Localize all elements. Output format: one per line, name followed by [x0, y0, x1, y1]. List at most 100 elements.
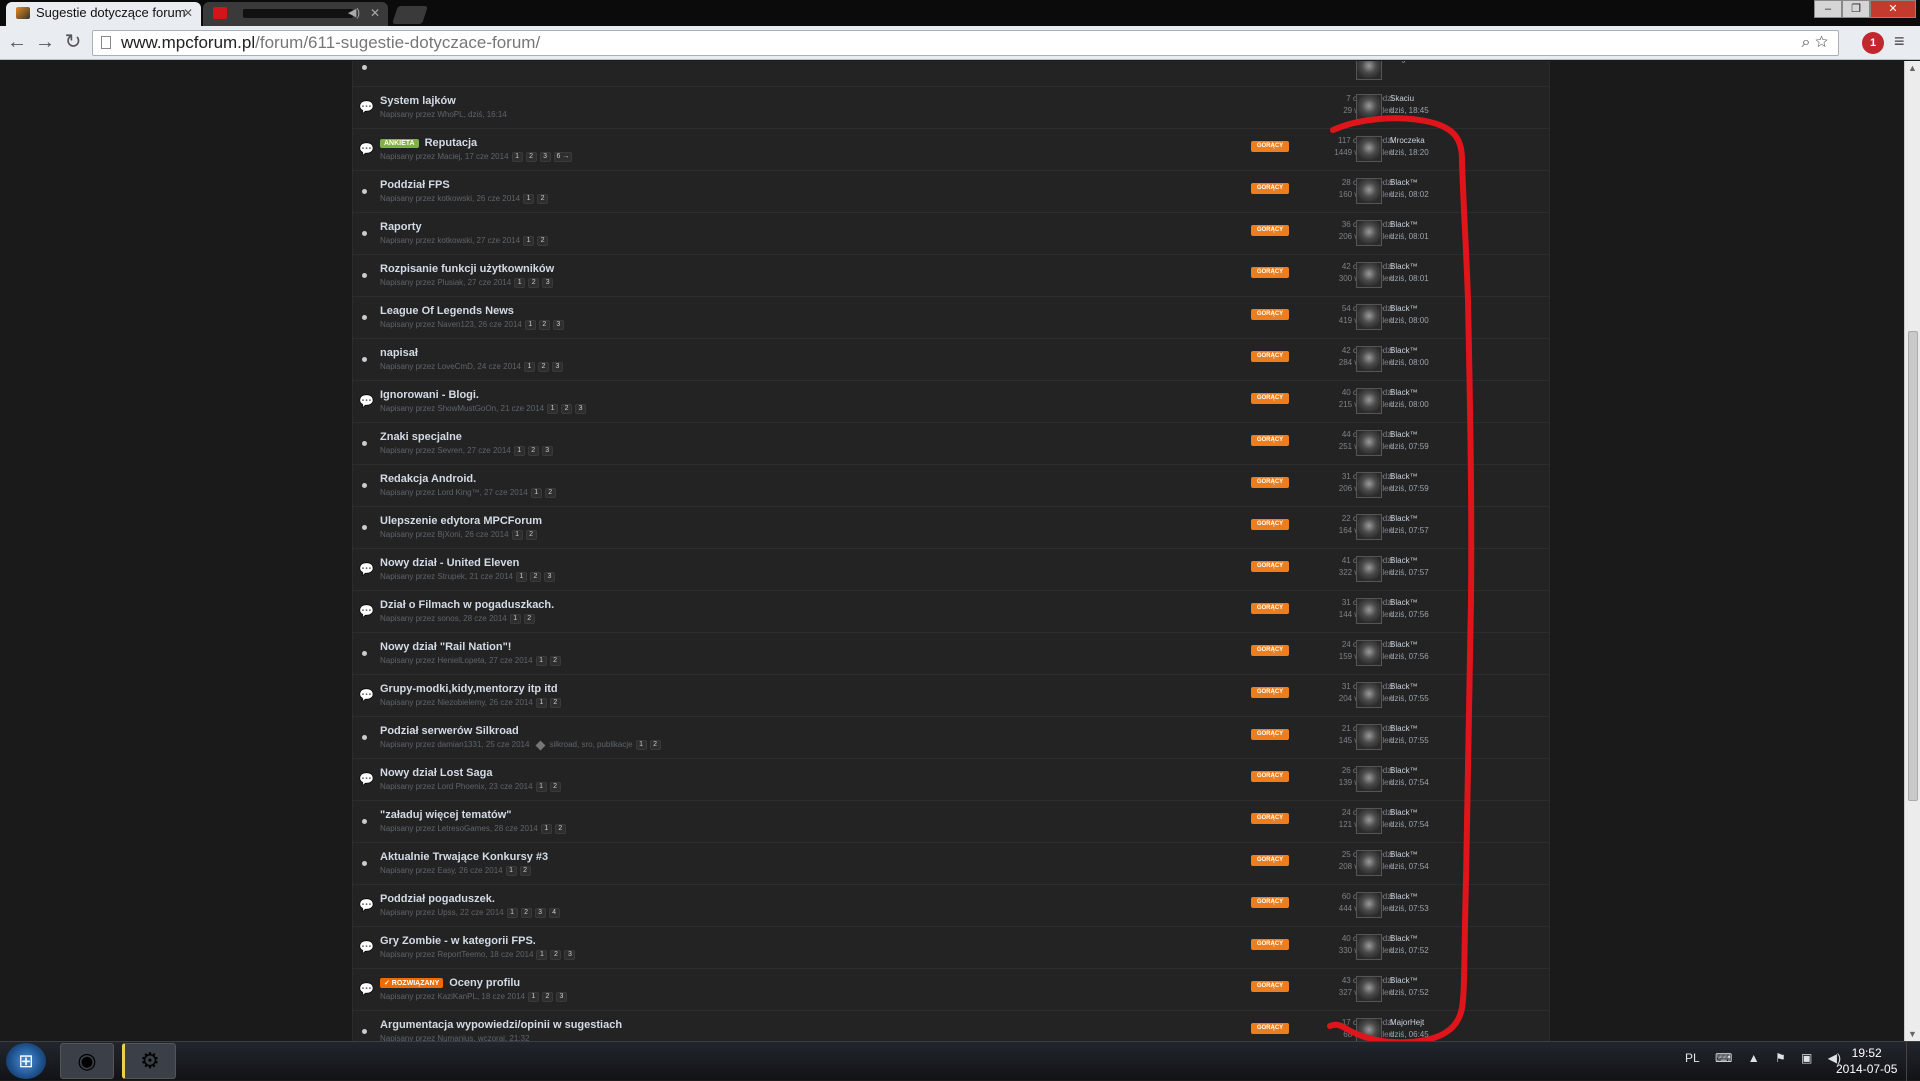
last-poster-name[interactable]: Black™ [1390, 387, 1429, 399]
topic-title-link[interactable]: Ulepszenie edytora MPCForum [380, 515, 542, 527]
new-tab-button[interactable] [392, 6, 428, 24]
page-link[interactable]: 1 [536, 950, 548, 960]
last-post-date[interactable]: 18 gru 2009 [1390, 61, 1433, 65]
page-link[interactable]: 2 [519, 866, 531, 876]
language-indicator[interactable]: PL [1685, 1051, 1700, 1065]
page-link[interactable]: 2 [649, 740, 661, 750]
last-poster-name[interactable]: Black™ [1390, 639, 1429, 651]
topic-title-link[interactable]: Aktualnie Trwające Konkursy #3 [380, 851, 548, 863]
avatar[interactable] [1356, 850, 1382, 876]
tab-close-icon[interactable]: ✕ [183, 2, 193, 24]
address-bar[interactable]: www.mpcforum.pl/forum/611-sugestie-dotyc… [92, 30, 1839, 56]
last-post-date[interactable]: dziś, 07:57 [1390, 525, 1429, 537]
tab-close-icon[interactable]: ✕ [370, 2, 380, 24]
page-link[interactable]: 2 [544, 488, 556, 498]
last-poster-name[interactable]: Black™ [1390, 933, 1429, 945]
topic-row[interactable]: League Of Legends News Napisany przez Nav… [353, 297, 1549, 339]
last-poster-name[interactable]: Black™ [1390, 303, 1429, 315]
start-button[interactable]: ⊞ [6, 1043, 46, 1079]
last-post-date[interactable]: dziś, 07:55 [1390, 735, 1429, 747]
avatar[interactable] [1356, 556, 1382, 582]
page-link[interactable]: 2 [537, 362, 549, 372]
page-link[interactable]: 3 [552, 320, 564, 330]
last-post-date[interactable]: dziś, 07:54 [1390, 819, 1429, 831]
topic-title-link[interactable]: Poddział FPS [380, 179, 450, 191]
page-link[interactable]: 3 [543, 572, 555, 582]
last-poster-name[interactable]: MajorHejt [1390, 1017, 1429, 1029]
last-post-date[interactable]: dziś, 07:53 [1390, 903, 1429, 915]
page-link[interactable]: 3 [564, 950, 576, 960]
page-link[interactable]: 1 [511, 152, 523, 162]
last-post-date[interactable]: dziś, 07:56 [1390, 609, 1429, 621]
page-link[interactable]: 2 [550, 950, 562, 960]
topic-tags[interactable]: silkroad, sro, publikacje [549, 740, 632, 749]
page-link[interactable]: 1 [511, 530, 523, 540]
page-link[interactable]: 4 [548, 908, 560, 918]
last-post-date[interactable]: dziś, 08:02 [1390, 189, 1429, 201]
topic-row[interactable]: 💬 Gry Zombie - w kategorii FPS. Napisany p… [353, 927, 1549, 969]
page-link[interactable]: 1 [523, 236, 535, 246]
page-link[interactable]: 1 [540, 824, 552, 834]
page-link[interactable]: 3 [541, 446, 553, 456]
avatar[interactable] [1356, 934, 1382, 960]
last-poster-name[interactable]: Black™ [1390, 555, 1429, 567]
topic-title-link[interactable]: Nowy dział Lost Saga [380, 767, 492, 779]
last-post-date[interactable]: dziś, 08:01 [1390, 273, 1429, 285]
minimize-button[interactable]: – [1814, 0, 1842, 18]
last-post-date[interactable]: dziś, 07:59 [1390, 441, 1429, 453]
last-poster-name[interactable]: Black™ [1390, 891, 1429, 903]
topic-row[interactable]: Znaki specjalne Napisany przez Sevren, 27… [353, 423, 1549, 465]
extension-icon[interactable]: 1 [1862, 32, 1884, 54]
chrome-menu-icon[interactable]: ≡ [1894, 31, 1905, 52]
page-link[interactable]: 2 [537, 236, 549, 246]
topic-title-link[interactable]: Nowy dział - United Eleven [380, 557, 519, 569]
avatar[interactable] [1356, 304, 1382, 330]
topic-row[interactable]: napisał Napisany przez LoveCmD, 24 cze 20… [353, 339, 1549, 381]
topic-title-link[interactable]: Poddział pogaduszek. [380, 893, 495, 905]
last-post-date[interactable]: dziś, 08:00 [1390, 357, 1429, 369]
topic-row[interactable]: Raporty Napisany przez kotkowski, 27 cze … [353, 213, 1549, 255]
topic-title-link[interactable]: Podział serwerów Silkroad [380, 725, 519, 737]
page-link[interactable]: 1 [523, 194, 535, 204]
show-desktop-button[interactable] [1906, 1042, 1920, 1081]
avatar[interactable] [1356, 262, 1382, 288]
topic-title-link[interactable]: Ignorowani - Blogi. [380, 389, 479, 401]
page-link[interactable]: 2 [537, 194, 549, 204]
close-window-button[interactable]: ✕ [1870, 0, 1916, 18]
page-link[interactable]: 2 [520, 908, 532, 918]
topic-title-link[interactable]: System lajków [380, 95, 456, 107]
last-poster-name[interactable]: Black™ [1390, 513, 1429, 525]
topic-title-link[interactable]: Gry Zombie - w kategorii FPS. [380, 935, 536, 947]
topic-row[interactable]: Rozpisanie funkcji użytkowników Napisany … [353, 255, 1549, 297]
page-link[interactable]: 2 [549, 698, 561, 708]
avatar[interactable] [1356, 682, 1382, 708]
avatar[interactable] [1356, 430, 1382, 456]
topic-title-link[interactable]: Raporty [380, 221, 422, 233]
search-icon[interactable]: ⌕ [1802, 34, 1811, 51]
avatar[interactable] [1356, 766, 1382, 792]
page-link[interactable]: 6 → [553, 152, 573, 162]
tab-active[interactable]: Sugestie dotyczące forum ✕ [6, 2, 201, 26]
last-poster-name[interactable]: Black™ [1390, 681, 1429, 693]
page-link[interactable]: 2 [554, 824, 566, 834]
last-poster-name[interactable]: Black™ [1390, 261, 1429, 273]
last-post-date[interactable]: dziś, 08:00 [1390, 315, 1429, 327]
avatar[interactable] [1356, 724, 1382, 750]
last-post-date[interactable]: dziś, 07:59 [1390, 483, 1429, 495]
avatar[interactable] [1356, 892, 1382, 918]
topic-row[interactable]: 💬 Poddział pogaduszek. Napisany przez Upss… [353, 885, 1549, 927]
topic-row[interactable]: "załaduj więcej tematów" Napisany przez L… [353, 801, 1549, 843]
forward-arrow-icon[interactable]: → [32, 30, 58, 56]
page-link[interactable]: 2 [549, 782, 561, 792]
tray-expand-icon[interactable]: ▲ [1748, 1051, 1760, 1065]
avatar[interactable] [1356, 1018, 1382, 1041]
topic-row[interactable]: Argumentacja wypowiedzi/opinii w sugesti… [353, 1011, 1549, 1041]
clock[interactable]: 19:52 2014-07-05 [1836, 1045, 1897, 1077]
topic-title-link[interactable]: Dział o Filmach w pogaduszkach. [380, 599, 554, 611]
last-poster-name[interactable]: Black™ [1390, 177, 1429, 189]
avatar[interactable] [1356, 61, 1382, 80]
page-link[interactable]: 2 [527, 446, 539, 456]
last-poster-name[interactable]: Black™ [1390, 597, 1429, 609]
scroll-up-icon[interactable]: ▲ [1908, 63, 1917, 73]
last-poster-name[interactable]: Black™ [1390, 219, 1429, 231]
